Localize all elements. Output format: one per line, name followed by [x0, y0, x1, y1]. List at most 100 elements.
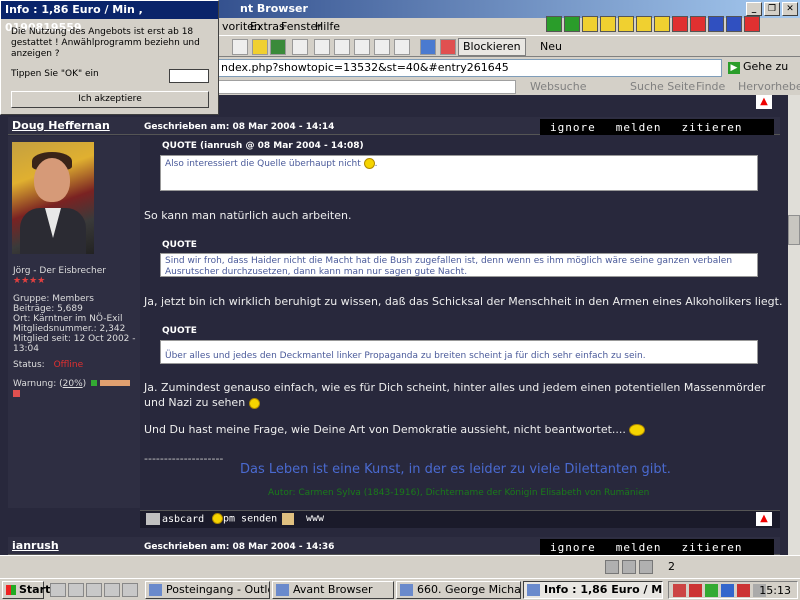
scroll-thumb[interactable]	[788, 215, 800, 245]
laughing-smiley-icon	[629, 424, 646, 436]
user-stars: ★★★★	[13, 276, 46, 286]
asbcard-link[interactable]: asbcard	[146, 513, 204, 525]
mail-icon[interactable]	[354, 39, 370, 55]
search-icon[interactable]	[232, 39, 248, 55]
one-red-icon[interactable]	[690, 16, 706, 32]
websearch-button[interactable]: Websuche	[530, 80, 586, 93]
pm-link[interactable]: pm senden	[212, 513, 277, 525]
info-dialog: Info : 1,86 Euro / Min , 0190819559 Die …	[0, 0, 219, 115]
go-button[interactable]: ▶ Gehe zu	[728, 60, 788, 74]
tab-yellow-icon[interactable]	[582, 16, 598, 32]
post-username[interactable]: Doug Heffernan	[12, 119, 110, 132]
pagesearch-button[interactable]: Suche Seite	[630, 80, 695, 93]
tab-yellow-icon-5[interactable]	[654, 16, 670, 32]
page-content: Doug Heffernan Geschrieben am: 08 Mar 20…	[0, 95, 788, 555]
menu-hilfe[interactable]: Hilfe	[315, 20, 340, 33]
user-title: Jörg - Der Eisbrecher	[13, 266, 106, 276]
post-date: Geschrieben am: 08 Mar 2004 - 14:36	[144, 542, 335, 552]
home-icon[interactable]	[282, 513, 294, 525]
forward-green-icon[interactable]	[564, 16, 580, 32]
image-icon[interactable]	[420, 39, 436, 55]
tray-icon[interactable]	[673, 584, 686, 597]
lock-icon	[605, 560, 619, 574]
web-search-input[interactable]	[216, 80, 516, 94]
status-row: Status: Offline	[13, 360, 83, 370]
print-icon[interactable]	[374, 39, 390, 55]
quote-button[interactable]: zitieren	[672, 121, 753, 134]
dialog-ok-input[interactable]	[169, 69, 209, 83]
edit-icon[interactable]	[394, 39, 410, 55]
find-button[interactable]: Finde	[696, 80, 725, 93]
report-button[interactable]: melden	[606, 541, 672, 554]
signature-quote: Das Leben ist eine Kunst, in der es leid…	[240, 462, 671, 477]
ignore-button[interactable]: ignore	[540, 541, 606, 554]
scroll-top-icon[interactable]: ▲	[756, 95, 772, 109]
report-button[interactable]: melden	[606, 121, 672, 134]
ignore-button[interactable]: ignore	[540, 121, 606, 134]
tray-icon[interactable]	[737, 584, 750, 597]
quicklaunch-outlook-icon[interactable]	[86, 583, 102, 597]
quote-title: QUOTE (ianrush @ 08 Mar 2004 - 14:08)	[162, 141, 364, 151]
signature-author: Autor: Carmen Sylva (1843-1916), Dichter…	[268, 488, 650, 498]
tab-yellow-icon-4[interactable]	[636, 16, 652, 32]
tab-yellow-icon-2[interactable]	[600, 16, 616, 32]
task-avant-browser[interactable]: Avant Browser	[272, 581, 394, 599]
minimize-button[interactable]: _	[746, 2, 762, 16]
quicklaunch-app-icon[interactable]	[122, 583, 138, 597]
media-icon[interactable]	[292, 39, 308, 55]
new-button[interactable]: Neu	[540, 40, 562, 53]
menu-extras[interactable]: Extras	[250, 20, 285, 33]
close-red-icon[interactable]	[672, 16, 688, 32]
signature-separator: --------------------	[144, 452, 224, 465]
post-actions: ignore melden zitieren	[540, 119, 774, 135]
post-username[interactable]: ianrush	[12, 539, 59, 552]
warning-plus-icon[interactable]	[91, 380, 98, 386]
close-x-icon[interactable]	[744, 16, 760, 32]
block-button[interactable]: Blockieren	[458, 38, 526, 56]
quote-text: Also interessiert die Quelle überhaupt n…	[165, 159, 361, 169]
warning-value[interactable]: 20%	[63, 379, 83, 389]
post-text-content: Und Du hast meine Frage, wie Deine Art v…	[144, 423, 626, 436]
url-input[interactable]: ndex.php?showtopic=13532&st=40&#entry261…	[216, 59, 722, 77]
smiley-icon	[248, 397, 260, 409]
quicklaunch-desktop-icon[interactable]	[50, 583, 66, 597]
vertical-scrollbar[interactable]	[788, 95, 800, 555]
popup-count: 2	[668, 560, 675, 573]
start-button[interactable]: Start	[2, 581, 50, 599]
accept-button[interactable]: Ich akzeptiere	[11, 91, 209, 108]
quote-box: Über alles und jedes den Deckmantel link…	[160, 340, 758, 364]
close-button[interactable]: ✕	[782, 2, 798, 16]
quicklaunch-ie-icon[interactable]	[68, 583, 84, 597]
tab-yellow-icon-3[interactable]	[618, 16, 634, 32]
system-tray: 15:13	[668, 581, 798, 599]
scroll-top-icon[interactable]: ▲	[756, 512, 772, 526]
tray-icon[interactable]	[721, 584, 734, 597]
restore-button[interactable]: ❐	[764, 2, 780, 16]
quote-button[interactable]: zitieren	[672, 541, 753, 554]
post-text: Ja. Zumindest genauso einfach, wie es fü…	[144, 380, 774, 410]
history-icon[interactable]	[270, 39, 286, 55]
highlight-button[interactable]: Hervorheben	[738, 80, 800, 93]
popup-block-icon[interactable]	[440, 39, 456, 55]
restore-blue-icon[interactable]	[726, 16, 742, 32]
tray-icon[interactable]	[705, 584, 718, 597]
minimize-blue-icon[interactable]	[708, 16, 724, 32]
task-outlook[interactable]: Posteingang - Outlook Ex...	[145, 581, 270, 599]
task-info-dialog[interactable]: Info : 1,86 Euro / Min , ...	[523, 581, 663, 599]
user-member-number: Mitgliedsnummer.: 2,342	[13, 324, 126, 334]
smiley-icon	[363, 158, 375, 169]
warning-bar	[99, 380, 130, 386]
warning-minus-icon[interactable]	[13, 390, 20, 397]
ad-icon[interactable]	[314, 39, 330, 55]
settings-icon[interactable]	[334, 39, 350, 55]
tray-icon[interactable]	[689, 584, 702, 597]
quote-title: QUOTE	[162, 326, 197, 336]
back-green-icon[interactable]	[546, 16, 562, 32]
warning-close: )	[82, 379, 87, 389]
warning-row: Warnung: (20%)	[13, 379, 130, 389]
task-george-michael[interactable]: 660. George Michael - Car...	[396, 581, 521, 599]
go-label: Gehe zu	[743, 60, 789, 73]
favorites-star-icon[interactable]	[252, 39, 268, 55]
www-link[interactable]: www	[306, 513, 324, 524]
quicklaunch-media-icon[interactable]	[104, 583, 120, 597]
